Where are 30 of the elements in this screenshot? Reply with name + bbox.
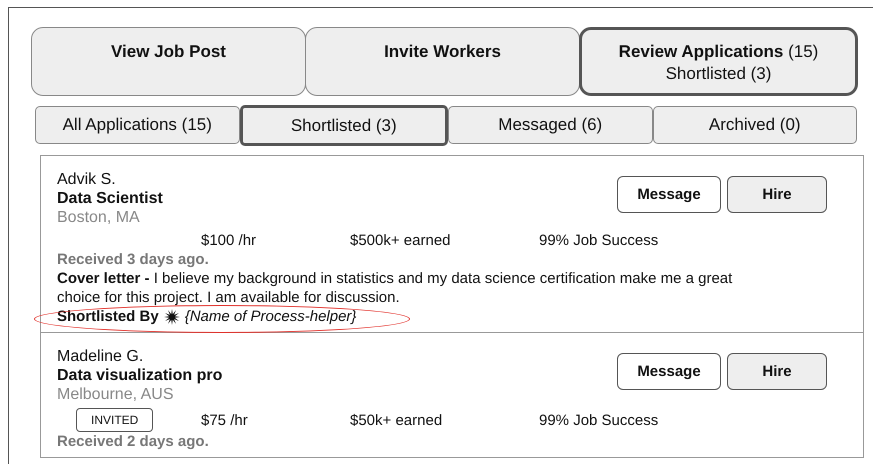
filter-tab[interactable]: All Applications (15) <box>35 106 240 144</box>
filter-tab[interactable]: Shortlisted (3) <box>240 105 448 146</box>
received-time: Received 2 days ago. <box>57 432 210 451</box>
cover-letter: Cover letter - I believe my background in statistics and my data science certification make me a great choice for this project. I am available for discussion. <box>57 269 734 307</box>
message-button[interactable]: Message <box>617 353 721 390</box>
applicant-location: Melbourne, AUS <box>57 385 175 404</box>
shortlisted-by-name: {Name of Process-helper} <box>184 307 356 326</box>
applicant-title: Data Scientist <box>57 189 163 208</box>
job-success: 99% Job Success <box>539 231 660 250</box>
status-badge: INVITED <box>76 408 154 432</box>
applicant-name: Madeline G. <box>57 347 144 366</box>
job-success: 99% Job Success <box>539 410 660 430</box>
nav-tab[interactable]: Invite Workers <box>305 27 580 96</box>
shortlisted-by-label: Shortlisted By <box>57 307 159 326</box>
applicant-title: Data visualization pro <box>57 366 222 385</box>
nav-tab[interactable]: Review Applications (15) Shortlisted (3) <box>579 27 858 96</box>
hourly-rate: $75 /hr <box>201 410 249 430</box>
filter-tab[interactable]: Messaged (6) <box>448 106 652 144</box>
message-button[interactable]: Message <box>617 176 721 213</box>
total-earned: $500k+ earned <box>350 231 452 250</box>
hourly-rate: $100 /hr <box>201 231 258 250</box>
hire-button[interactable]: Hire <box>727 176 827 213</box>
burst-icon <box>164 308 180 324</box>
total-earned: $50k+ earned <box>350 410 444 430</box>
filter-tab[interactable]: Archived (0) <box>652 106 857 144</box>
applicant-name: Advik S. <box>57 170 117 189</box>
received-time: Received 3 days ago. <box>57 250 210 269</box>
nav-tab[interactable]: View Job Post <box>31 27 306 96</box>
hire-button[interactable]: Hire <box>727 353 827 390</box>
applicant-location: Boston, MA <box>57 208 141 227</box>
